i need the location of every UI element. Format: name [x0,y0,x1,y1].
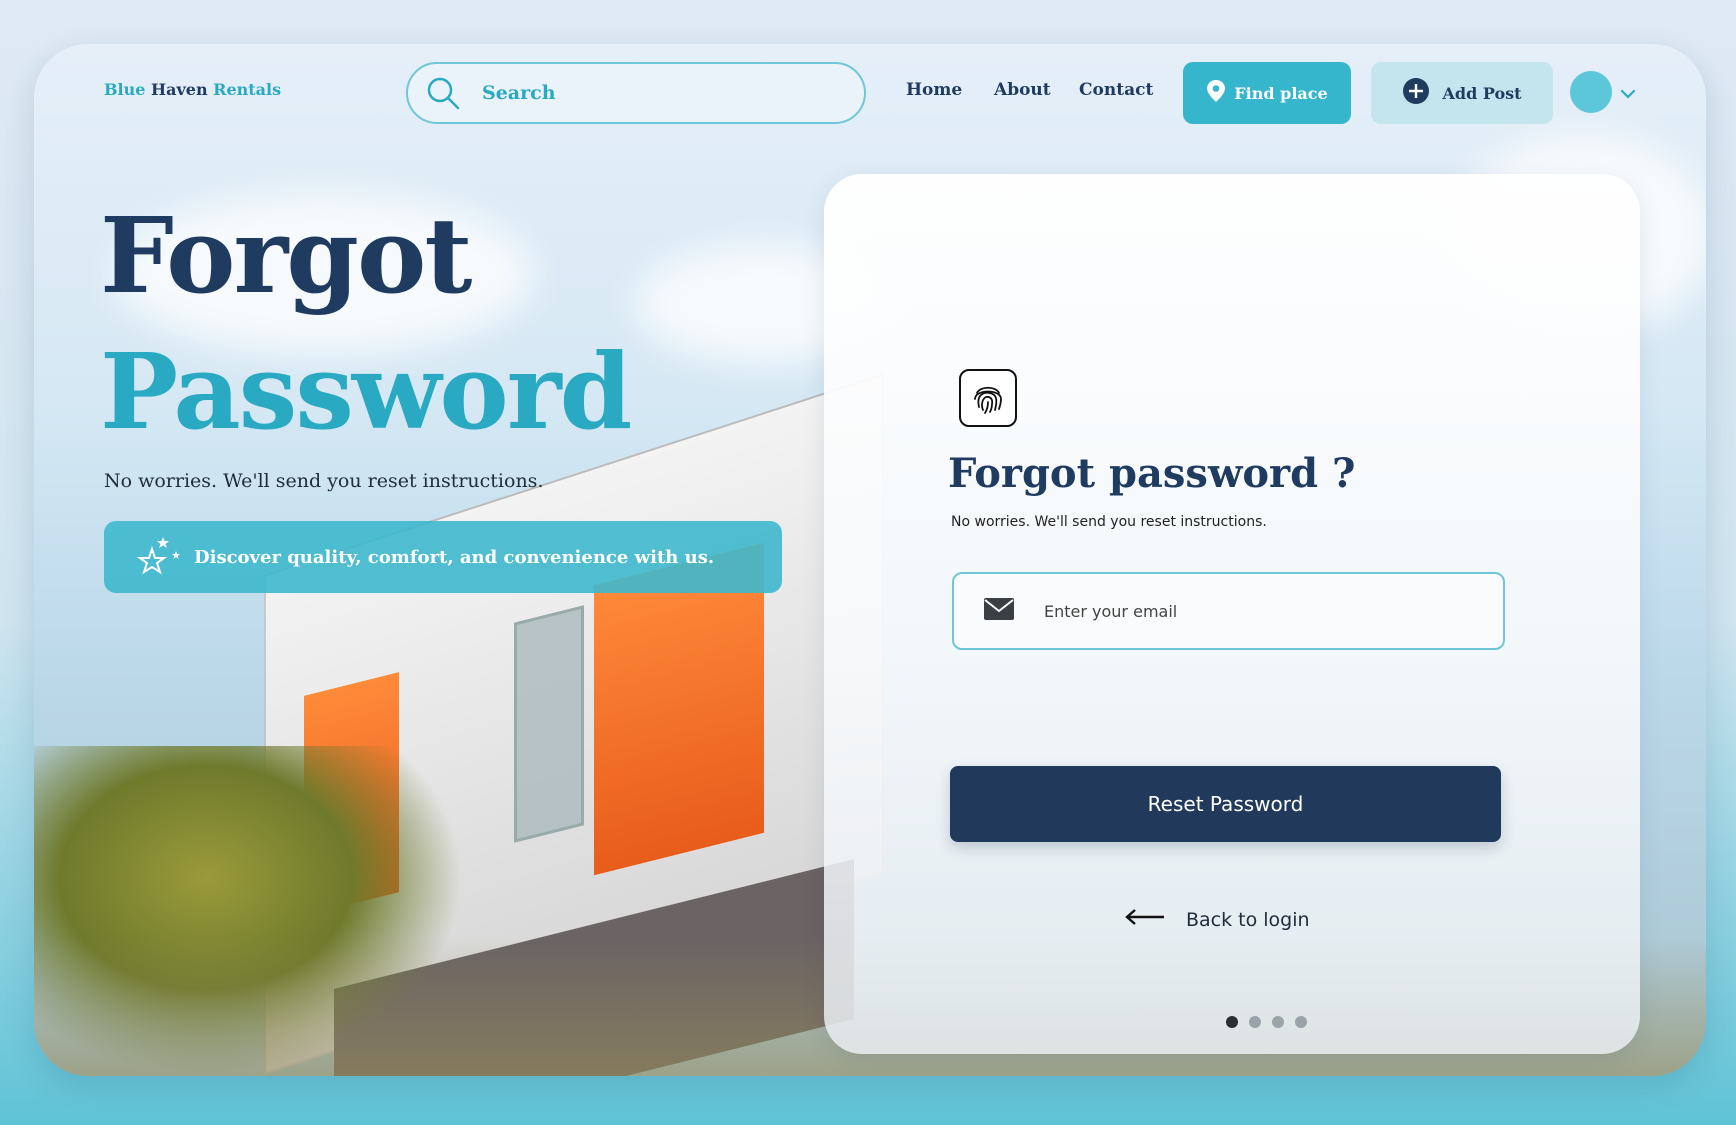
card-subtitle: No worries. We'll send you reset instruc… [951,514,1267,530]
back-to-login-link[interactable]: Back to login [1124,908,1310,931]
hero-title-line2: Password [100,330,632,453]
pagination-dot-2[interactable] [1249,1016,1261,1028]
pagination-dot-3[interactable] [1272,1016,1284,1028]
hero-banner: Discover quality, comfort, and convenien… [104,521,782,593]
hero-title-line1: Forgot [100,194,472,317]
arrow-left-icon [1124,908,1166,931]
pagination-dot-1[interactable] [1226,1016,1238,1028]
search-bar[interactable] [406,62,866,124]
chevron-down-icon[interactable] [1620,84,1636,103]
email-field[interactable] [952,572,1505,650]
search-icon [426,76,460,110]
hero-subtitle: No worries. We'll send you reset instruc… [104,470,544,492]
add-post-button[interactable]: Add Post [1371,62,1553,124]
logo-text-rentals: Rentals [213,80,282,99]
banner-text: Discover quality, comfort, and convenien… [194,546,715,568]
main-frame: Blue Haven Rentals Home About Contact Fi… [34,44,1706,1076]
pagination-dots [1226,1016,1307,1028]
back-to-login-label: Back to login [1186,908,1310,931]
logo-text-blue: Blue [104,80,146,99]
mail-icon [984,598,1014,624]
forgot-password-card: Forgot password ? No worries. We'll send… [824,174,1640,1054]
plus-circle-icon [1402,77,1430,109]
search-input[interactable] [482,82,812,104]
logo-text-haven: Haven [151,80,208,99]
find-place-button[interactable]: Find place [1183,62,1351,124]
nav-contact[interactable]: Contact [1079,80,1153,100]
house-window [514,605,584,843]
nav-about[interactable]: About [994,80,1051,100]
email-input[interactable] [1044,601,1464,621]
reset-password-button[interactable]: Reset Password [950,766,1501,842]
fingerprint-icon [959,369,1017,427]
stars-icon [136,535,182,580]
card-title: Forgot password ? [948,450,1356,497]
nav-home[interactable]: Home [906,80,962,100]
avatar[interactable] [1570,71,1612,113]
pagination-dot-4[interactable] [1295,1016,1307,1028]
location-pin-icon [1206,79,1226,107]
find-place-label: Find place [1234,83,1328,103]
logo[interactable]: Blue Haven Rentals [104,80,281,99]
add-post-label: Add Post [1442,83,1522,103]
